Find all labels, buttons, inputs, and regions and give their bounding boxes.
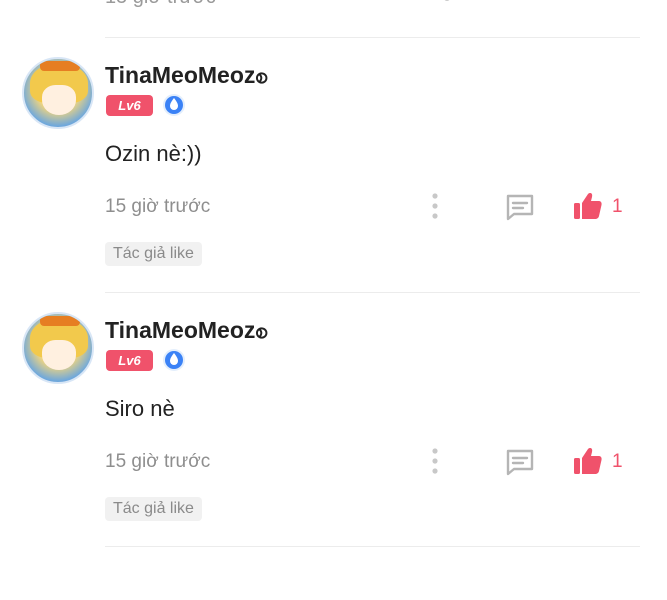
level-badge: Lv6	[106, 95, 153, 116]
comment-time: 15 giờ trước	[105, 196, 211, 217]
level-badge: Lv6	[106, 350, 153, 371]
username[interactable]: TinaMeoMeozစ	[105, 316, 268, 350]
comment-item: TinaMeoMeozစ Lv6 Ozin nè:)) 15 giờ trước…	[0, 37, 667, 287]
comment-item: TinaMeoMeozစ Lv6 Siro nè 15 giờ trước 1 …	[0, 292, 667, 542]
vertical-dots-icon[interactable]	[440, 0, 454, 4]
avatar[interactable]	[22, 57, 94, 129]
vertical-dots-icon[interactable]	[428, 447, 442, 475]
thumbs-up-icon[interactable]	[584, 0, 616, 2]
like-count: 1	[612, 196, 623, 217]
like-count: 1	[612, 451, 623, 472]
vertical-dots-icon[interactable]	[428, 192, 442, 220]
water-drop-icon	[163, 94, 185, 116]
comment-content: Siro nè	[105, 396, 175, 421]
previous-comment-footer: 15 giờ trước	[0, 0, 667, 18]
comment-time: 15 giờ trước	[105, 451, 211, 472]
comment-content: Ozin nè:))	[105, 141, 202, 166]
username[interactable]: TinaMeoMeozစ	[105, 61, 268, 95]
thumbs-up-icon[interactable]	[572, 191, 604, 221]
comment-icon[interactable]	[514, 0, 546, 2]
avatar[interactable]	[22, 312, 94, 384]
comment-time: 15 giờ trước	[105, 0, 216, 9]
thumbs-up-icon[interactable]	[572, 446, 604, 476]
comment-icon[interactable]	[504, 448, 536, 476]
comment-icon[interactable]	[504, 193, 536, 221]
divider	[105, 546, 640, 547]
water-drop-icon	[163, 349, 185, 371]
author-like-badge: Tác giả like	[105, 242, 202, 266]
author-like-badge: Tác giả like	[105, 497, 202, 521]
